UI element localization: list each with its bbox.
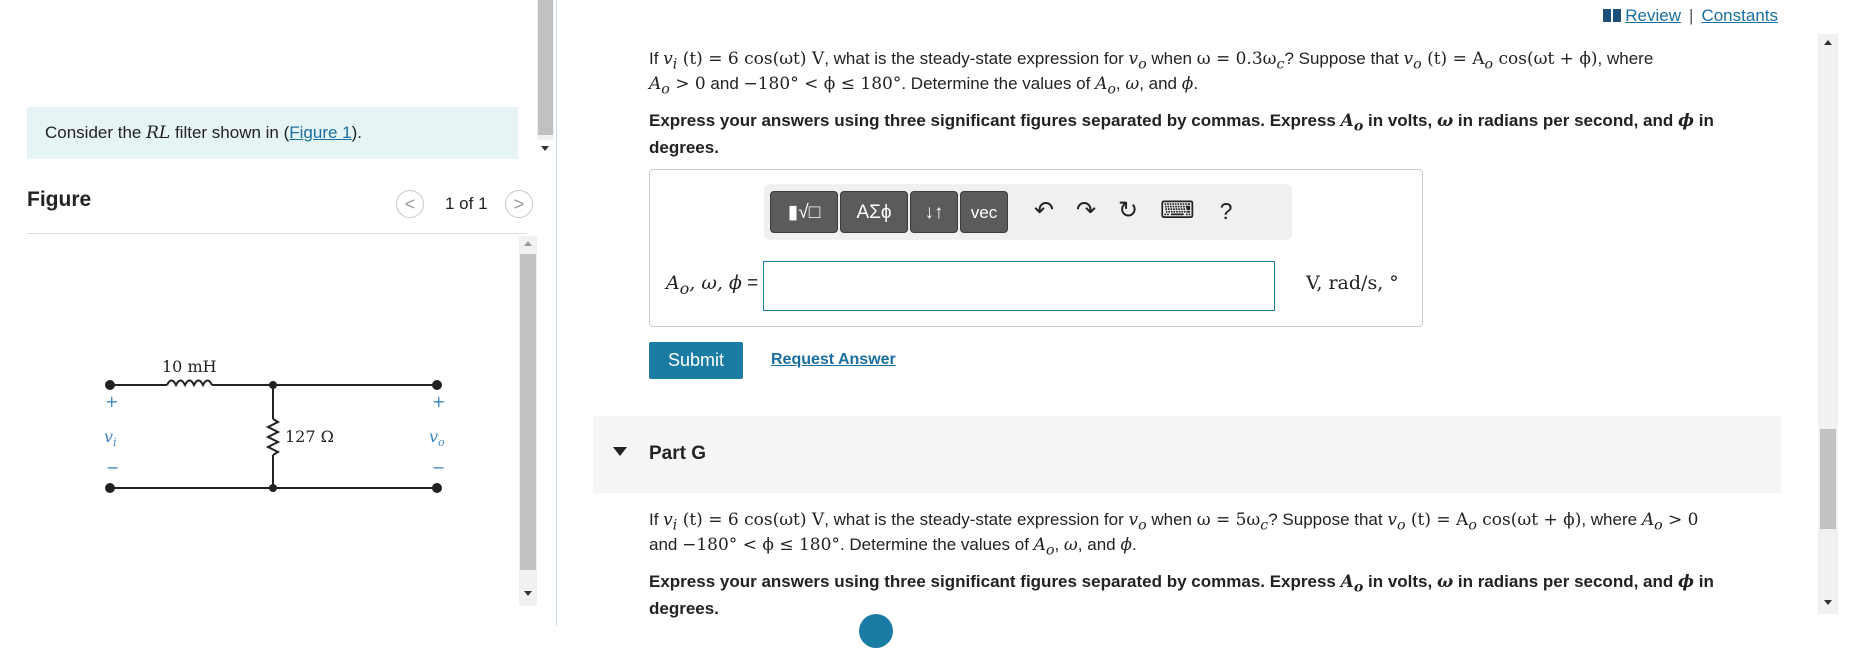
output-plus-sign: + <box>432 392 445 411</box>
request-answer-link[interactable]: Request Answer <box>771 351 896 369</box>
output-minus-sign: − <box>432 458 445 477</box>
intro-text-end: ). <box>351 123 363 142</box>
input-terminal-top <box>105 380 115 390</box>
inductor-label: 10 mH <box>162 357 217 376</box>
input-terminal-bottom <box>105 483 115 493</box>
intro-scrollbar[interactable] <box>537 0 554 151</box>
redo-icon[interactable]: ↷ <box>1070 194 1102 228</box>
figure-counter: 1 of 1 <box>445 194 488 213</box>
next-figure-button[interactable]: > <box>505 190 533 218</box>
review-link[interactable]: Review <box>1625 6 1681 25</box>
help-icon[interactable]: ? <box>1210 194 1242 228</box>
part-g-title[interactable]: Part G <box>649 435 706 473</box>
resistor-symbol <box>265 418 281 456</box>
vector-button[interactable]: vec <box>960 191 1008 233</box>
scroll-down-arrow-icon[interactable] <box>1824 600 1832 605</box>
answer-input[interactable] <box>763 261 1275 311</box>
answer-units: V, rad/s, ° <box>1306 272 1399 294</box>
previous-figure-button[interactable]: < <box>396 190 424 218</box>
chevron-down-icon[interactable] <box>613 447 627 456</box>
templates-button[interactable]: ▮√□ <box>770 191 838 233</box>
intro-text-mid: filter shown in ( <box>170 123 290 142</box>
input-voltage-label: vi <box>104 427 117 449</box>
scroll-down-arrow-icon[interactable] <box>541 146 549 151</box>
greek-symbols-button[interactable]: ΑΣϕ <box>840 191 908 233</box>
rl-circuit-diagram: 10 mH 127 Ω + vi − + vo − <box>104 357 445 493</box>
problem-intro: Consider the RL filter shown in (Figure … <box>27 107 518 159</box>
link-separator: | <box>1689 6 1694 25</box>
part-g-header[interactable]: Part G <box>593 416 1781 493</box>
intro-text: Consider the <box>45 123 147 142</box>
intro-symbol: RL <box>146 123 171 143</box>
subscript-superscript-button[interactable]: ↓↑ <box>910 191 958 233</box>
input-minus-sign: − <box>106 458 119 477</box>
junction-node <box>269 484 277 492</box>
book-icon <box>1603 9 1622 22</box>
figure-link[interactable]: Figure 1 <box>289 123 351 142</box>
scroll-up-arrow-icon[interactable] <box>1824 40 1832 45</box>
scrollbar-thumb[interactable] <box>538 0 553 135</box>
answer-box: ▮√□ ΑΣϕ ↓↑ vec ↶ ↷ ↻ ⌨ ? Ao, ω, ϕ = V, r… <box>649 169 1423 327</box>
scrollbar-thumb[interactable] <box>520 254 536 570</box>
submit-button[interactable]: Submit <box>649 342 743 379</box>
resistor-label: 127 Ω <box>285 427 334 446</box>
answer-label: Ao, ω, ϕ = <box>666 272 759 298</box>
figure-pane: Consider the RL filter shown in (Figure … <box>0 0 554 626</box>
input-plus-sign: + <box>105 392 118 411</box>
partial-button[interactable] <box>859 614 893 648</box>
junction-node <box>269 381 277 389</box>
figure-divider <box>27 233 527 234</box>
output-voltage-label: vo <box>429 427 445 449</box>
figure-scrollbar[interactable] <box>519 236 537 606</box>
scroll-down-arrow-icon[interactable] <box>524 591 532 596</box>
figure-heading: Figure <box>27 188 92 211</box>
part-g-question-line-2: and −180° < ϕ ≤ 180°. Determine the valu… <box>649 535 1137 559</box>
keyboard-icon[interactable]: ⌨ <box>1160 194 1195 228</box>
question-scrollbar[interactable] <box>1818 34 1838 614</box>
part-g-instructions: Express your answers using three signifi… <box>649 572 1714 619</box>
inductor-symbol <box>166 379 213 388</box>
undo-icon[interactable]: ↶ <box>1028 194 1060 228</box>
output-terminal-top <box>432 380 442 390</box>
part-f-instructions: Express your answers using three signifi… <box>649 111 1714 158</box>
part-f-question-line-2: Ao > 0 and −180° < ϕ ≤ 180°. Determine t… <box>649 74 1199 98</box>
scroll-up-arrow-icon[interactable] <box>524 241 532 246</box>
top-links: Review | Constants <box>1603 6 1778 26</box>
constants-link[interactable]: Constants <box>1701 6 1778 25</box>
reset-icon[interactable]: ↻ <box>1112 194 1144 228</box>
math-toolbar: ▮√□ ΑΣϕ ↓↑ vec ↶ ↷ ↻ ⌨ ? <box>764 184 1292 240</box>
output-terminal-bottom <box>432 483 442 493</box>
scrollbar-thumb[interactable] <box>1820 429 1836 529</box>
question-pane: Review | Constants If vi (t) = 6 cos(ωt) V… <box>557 0 1818 648</box>
